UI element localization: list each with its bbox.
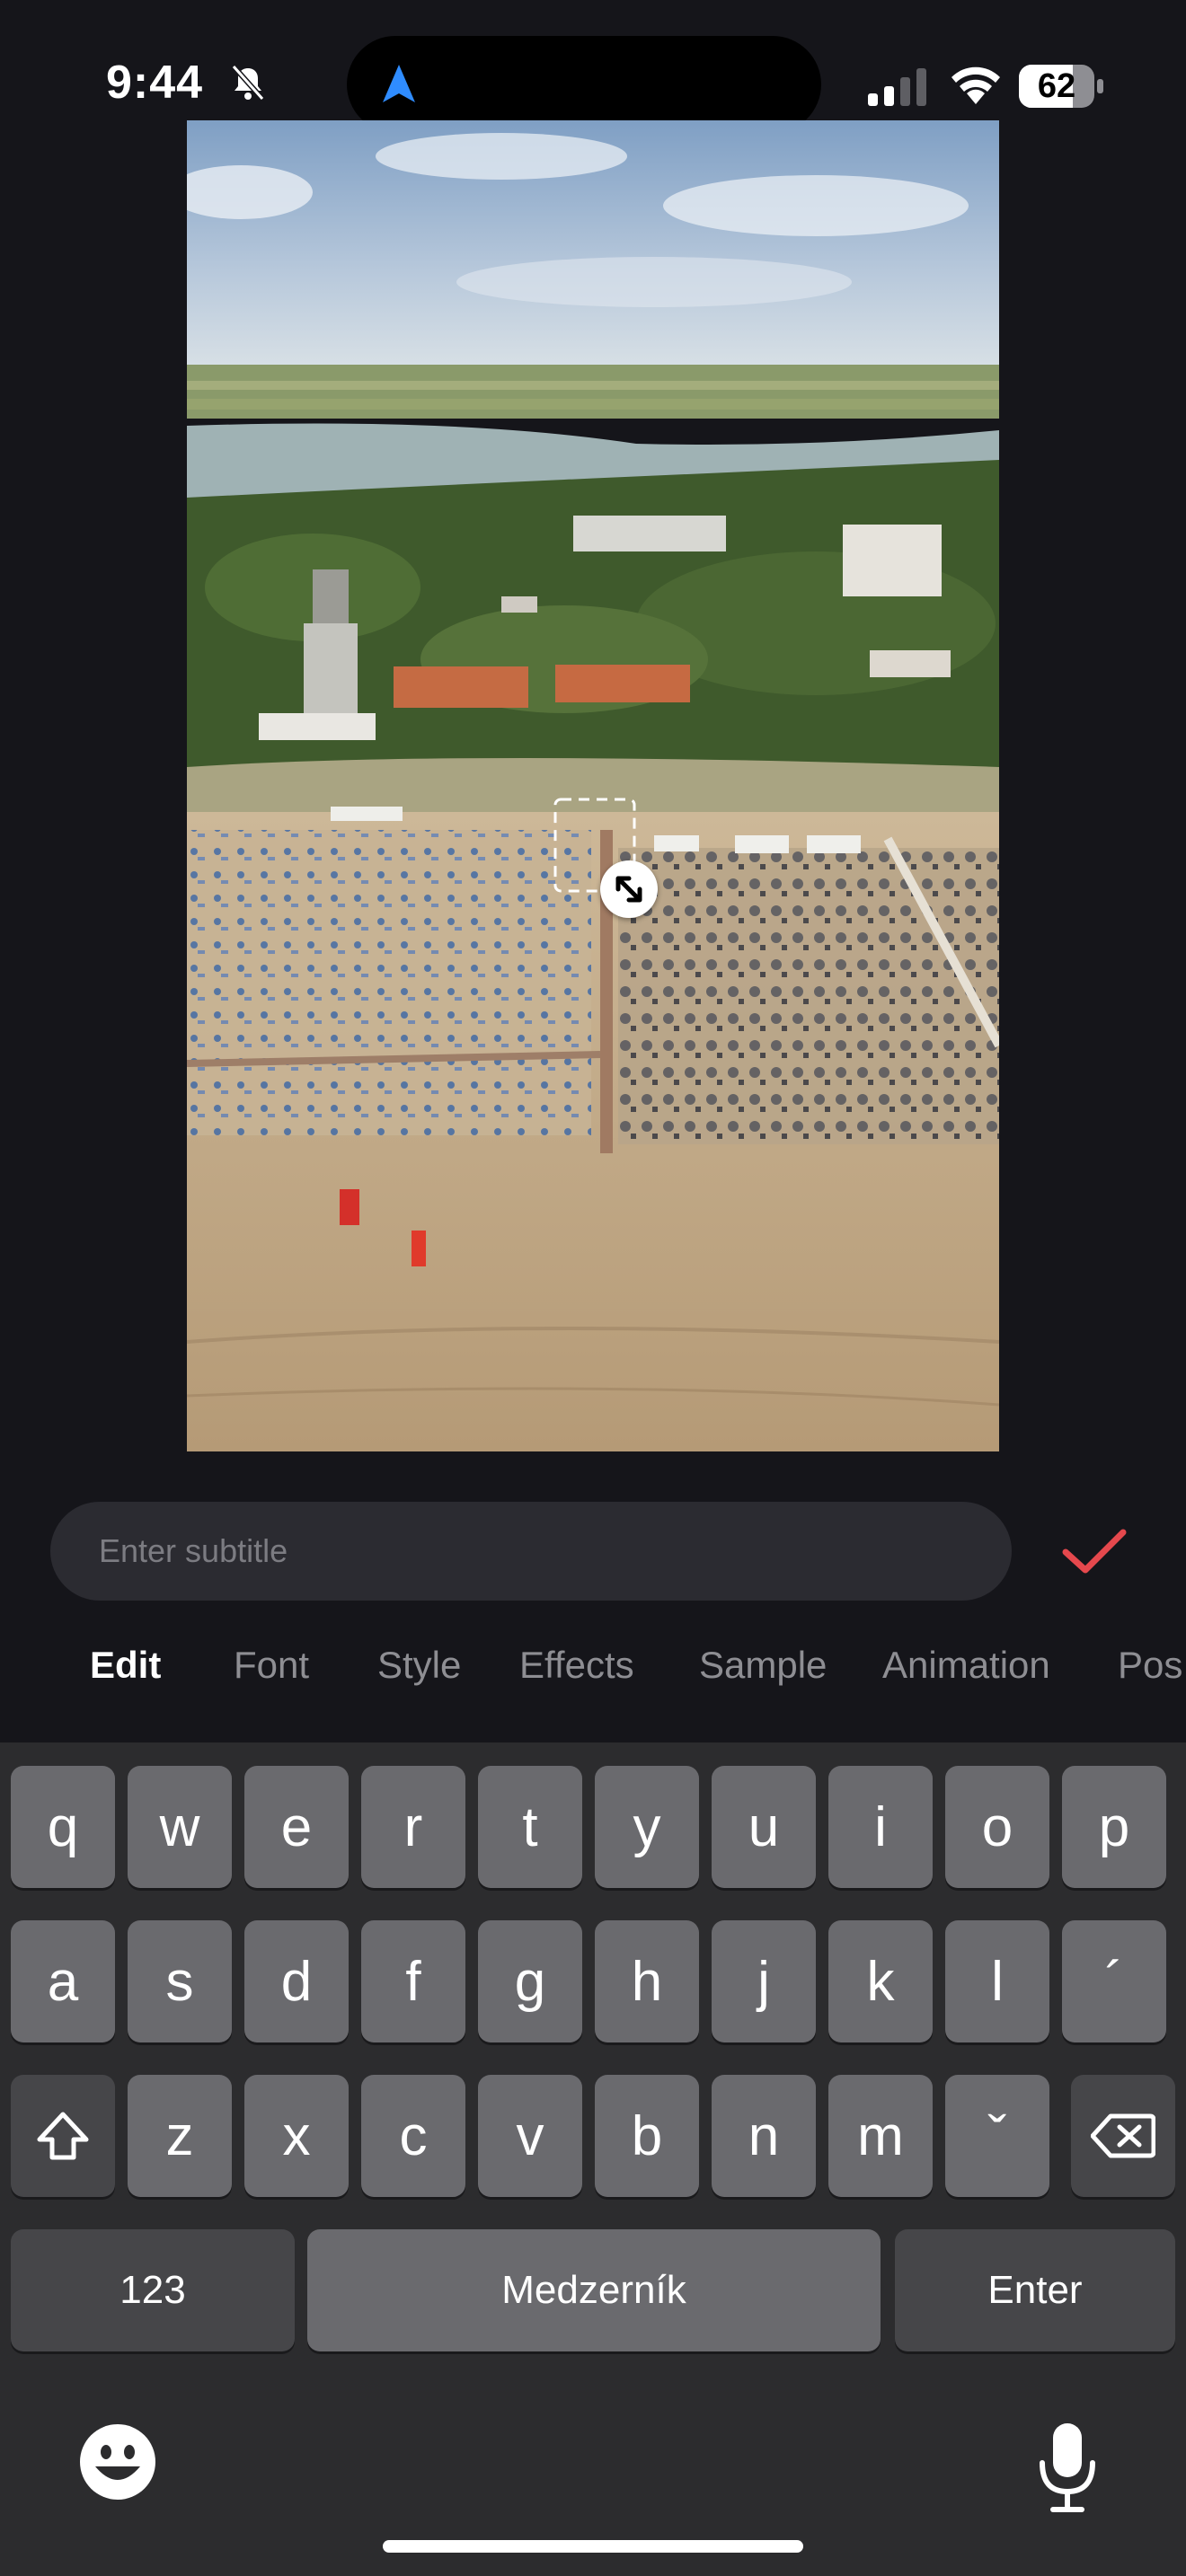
key-o[interactable]: o [945, 1766, 1049, 1888]
key-p[interactable]: p [1062, 1766, 1166, 1888]
status-bar: 9:44 62 [0, 0, 1186, 135]
key-g[interactable]: g [478, 1920, 582, 2042]
key-x[interactable]: x [244, 2075, 349, 2197]
tab-animation[interactable]: Animation [882, 1644, 1050, 1687]
key-u[interactable]: u [712, 1766, 816, 1888]
key-q[interactable]: q [11, 1766, 115, 1888]
space-key[interactable]: Medzerník [307, 2229, 881, 2351]
resize-handle-icon[interactable] [600, 860, 658, 918]
key-s[interactable]: s [128, 1920, 232, 2042]
key-y[interactable]: y [595, 1766, 699, 1888]
key-h[interactable]: h [595, 1920, 699, 2042]
tab-sample[interactable]: Sample [699, 1644, 827, 1687]
tab-style[interactable]: Style [377, 1644, 461, 1687]
key-b[interactable]: b [595, 2075, 699, 2197]
key-f[interactable]: f [361, 1920, 465, 2042]
key-m[interactable]: m [828, 2075, 933, 2197]
key-j[interactable]: j [712, 1920, 816, 2042]
key-d[interactable]: d [244, 1920, 349, 2042]
cellular-signal-icon [868, 66, 929, 106]
emoji-icon[interactable] [77, 2422, 158, 2502]
backspace-key[interactable] [1071, 2075, 1175, 2197]
key-w[interactable]: w [128, 1766, 232, 1888]
keyboard: q w e r t y u i o p a s d f g h j k l ´ … [0, 1742, 1186, 2576]
tab-effects[interactable]: Effects [519, 1644, 634, 1687]
key-v[interactable]: v [478, 2075, 582, 2197]
key-caron[interactable]: ˇ [945, 2075, 1049, 2197]
key-n[interactable]: n [712, 2075, 816, 2197]
key-z[interactable]: z [128, 2075, 232, 2197]
tab-position[interactable]: Pos [1118, 1644, 1182, 1687]
key-l[interactable]: l [945, 1920, 1049, 2042]
key-i[interactable]: i [828, 1766, 933, 1888]
key-c[interactable]: c [361, 2075, 465, 2197]
numbers-key[interactable]: 123 [11, 2229, 295, 2351]
wifi-icon [949, 65, 1003, 106]
microphone-icon[interactable] [1035, 2422, 1100, 2513]
shift-icon [37, 2112, 89, 2160]
tab-edit[interactable]: Edit [90, 1644, 161, 1687]
subtitle-input-field[interactable] [50, 1502, 1012, 1601]
battery-level: 62 [1037, 67, 1076, 105]
subtitle-tab-bar: Edit Font Style Effects Sample Animation… [0, 1644, 1186, 1708]
confirm-button[interactable] [1057, 1518, 1132, 1586]
key-k[interactable]: k [828, 1920, 933, 2042]
key-acute-accent[interactable]: ´ [1062, 1920, 1166, 2042]
bell-muted-icon [228, 63, 268, 102]
backspace-icon [1091, 2113, 1155, 2158]
battery-icon: 62 [1019, 63, 1105, 110]
key-t[interactable]: t [478, 1766, 582, 1888]
key-a[interactable]: a [11, 1920, 115, 2042]
status-time: 9:44 [106, 57, 204, 109]
shift-key[interactable] [11, 2075, 115, 2197]
key-r[interactable]: r [361, 1766, 465, 1888]
home-indicator[interactable] [383, 2540, 803, 2553]
checkmark-icon [1062, 1529, 1127, 1574]
dynamic-island [347, 36, 821, 133]
key-e[interactable]: e [244, 1766, 349, 1888]
video-preview[interactable] [187, 120, 999, 1451]
subtitle-input[interactable] [97, 1531, 963, 1571]
enter-key[interactable]: Enter [895, 2229, 1175, 2351]
location-arrow-icon [379, 63, 419, 106]
tab-font[interactable]: Font [234, 1644, 309, 1687]
